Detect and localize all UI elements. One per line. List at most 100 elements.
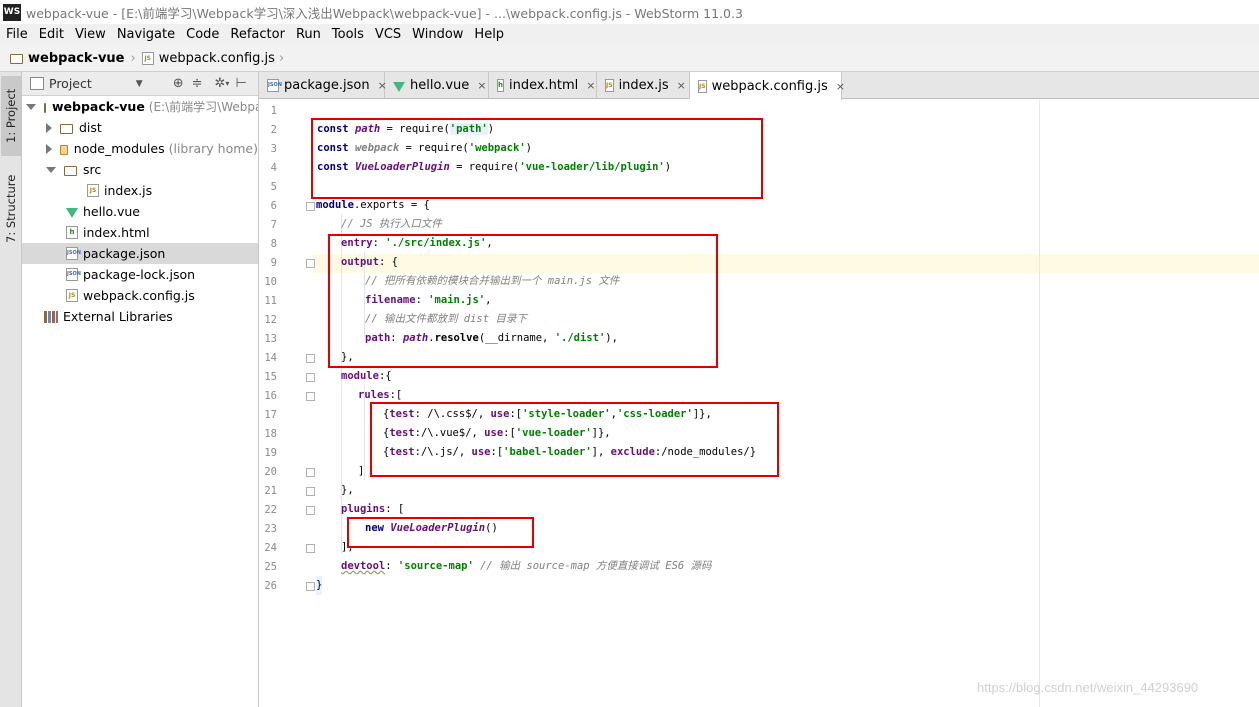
js-file-icon: JS (87, 184, 99, 197)
line-number-gutter: 1 2 3 4 5 6 7 8 9 10 11 12 13 14 15 16 1… (259, 100, 315, 707)
tree-item-webpack-config-js[interactable]: JS webpack.config.js (22, 285, 258, 306)
html-file-icon: h (66, 226, 78, 239)
close-icon[interactable]: × (586, 79, 595, 92)
tree-item-label: index.html (83, 225, 150, 240)
chevron-down-icon[interactable]: ▾ (225, 79, 229, 88)
tab-index-html[interactable]: h index.html × (489, 72, 597, 99)
line-number: 15 (264, 371, 277, 383)
line-number: 5 (270, 181, 277, 193)
chevron-down-icon[interactable] (26, 103, 36, 110)
tab-webpack-config-js[interactable]: JS webpack.config.js × (690, 72, 845, 100)
line-number: 13 (264, 333, 277, 345)
line-number: 8 (270, 238, 277, 250)
tree-item-src[interactable]: src (22, 159, 258, 180)
folder-icon (10, 54, 23, 64)
code-token: : [ (385, 503, 405, 515)
scroll-from-source-icon[interactable]: ⊕ (173, 76, 184, 91)
project-view-icon (30, 77, 44, 90)
menu-view[interactable]: View (69, 27, 111, 42)
tree-item-node-modules[interactable]: node_modules (library home) (22, 138, 258, 159)
tree-item-dist[interactable]: dist (22, 117, 258, 138)
tool-tab-structure[interactable]: 7: Structure (1, 166, 21, 252)
chevron-down-icon[interactable] (46, 166, 56, 173)
line-number: 23 (264, 523, 277, 535)
code-line: devtool: 'source-map' // 输出 source-map 方… (341, 557, 712, 576)
code-line: ] (358, 465, 365, 477)
tool-tab-structure-label: 7: Structure (4, 174, 18, 244)
annotation-box (347, 517, 534, 548)
breadcrumb: webpack-vue › JS webpack.config.js › (0, 45, 1259, 72)
breadcrumb-file[interactable]: webpack.config.js (159, 51, 275, 66)
tab-index-js[interactable]: JS index.js × (597, 72, 690, 99)
folder-icon (60, 123, 73, 134)
line-number: 3 (270, 143, 277, 155)
breadcrumb-separator-icon: › (130, 50, 136, 66)
code-token: :[ (389, 389, 403, 401)
js-file-icon: JS (141, 51, 154, 65)
js-file-icon: JS (698, 79, 707, 93)
line-number: 18 (264, 428, 277, 440)
line-number: 10 (264, 276, 277, 288)
tree-item-label: index.js (104, 183, 153, 198)
tree-item-label: package.json (83, 246, 166, 261)
close-icon[interactable]: × (677, 79, 686, 92)
libraries-icon (44, 310, 58, 323)
folder-icon (64, 165, 77, 176)
tree-item-label: External Libraries (63, 309, 173, 324)
menu-file[interactable]: File (0, 27, 33, 42)
tab-label: index.js (618, 78, 669, 93)
line-number: 12 (264, 314, 277, 326)
tree-item-hello-vue[interactable]: hello.vue (22, 201, 258, 222)
json-file-icon: JSON (66, 268, 81, 281)
tree-item-index-js[interactable]: JS index.js (22, 180, 258, 201)
line-number: 17 (264, 409, 277, 421)
tool-tab-project[interactable]: 1: Project (1, 76, 21, 156)
menu-tools[interactable]: Tools (326, 27, 369, 42)
editor-area: JSON package.json × hello.vue × h index.… (259, 72, 1259, 707)
chevron-right-icon[interactable] (46, 122, 52, 133)
tab-label: webpack.config.js (711, 78, 828, 94)
close-icon[interactable]: × (477, 79, 486, 92)
tab-label: index.html (508, 78, 579, 93)
line-number: 7 (270, 219, 277, 231)
hide-panel-icon[interactable]: ⊢ (235, 76, 246, 91)
chevron-right-icon[interactable] (46, 143, 52, 154)
menu-vcs[interactable]: VCS (369, 27, 406, 42)
line-number: 14 (264, 352, 277, 364)
collapse-all-icon[interactable]: ≑ (192, 76, 203, 91)
tree-item-package-lock-json[interactable]: JSON package-lock.json (22, 264, 258, 285)
menu-edit[interactable]: Edit (33, 27, 69, 42)
annotation-box (370, 402, 779, 477)
tree-item-package-json[interactable]: JSON package.json (22, 243, 258, 264)
code-line: } (316, 576, 323, 595)
menu-run[interactable]: Run (290, 27, 326, 42)
tab-package-json[interactable]: JSON package.json × (259, 72, 387, 99)
gear-icon[interactable]: ✲ (215, 76, 226, 91)
breadcrumb-project[interactable]: webpack-vue (28, 51, 125, 66)
project-panel-header: Project ▼ ⊕ ≑ ✲ ▾ ⊢ (22, 72, 258, 96)
line-number: 4 (270, 162, 277, 174)
menu-refactor[interactable]: Refactor (224, 27, 290, 42)
code-comment: // JS 执行入口文件 (341, 218, 442, 230)
tree-item-label: src (83, 162, 102, 177)
code-token: plugins (341, 503, 386, 515)
menu-navigate[interactable]: Navigate (111, 27, 180, 42)
close-icon[interactable]: × (836, 80, 845, 93)
tree-item-label: package-lock.json (83, 267, 196, 282)
tree-item-webpack-vue[interactable]: webpack-vue (E:\前端学习\Webpa (22, 96, 258, 117)
folder-icon (44, 102, 46, 113)
tab-hello-vue[interactable]: hello.vue × (385, 72, 489, 99)
annotation-box (311, 118, 763, 199)
tree-item-index-html[interactable]: h index.html (22, 222, 258, 243)
line-number: 9 (270, 257, 277, 269)
chevron-down-icon[interactable]: ▼ (136, 79, 143, 89)
menu-help[interactable]: Help (468, 27, 509, 42)
menu-window[interactable]: Window (406, 27, 468, 42)
code-token: devtool (341, 560, 386, 572)
menu-code[interactable]: Code (180, 27, 224, 42)
line-number: 26 (264, 580, 277, 592)
tree-item-external-libraries[interactable]: External Libraries (22, 306, 258, 327)
webstorm-app-icon[interactable]: WS (3, 3, 21, 21)
project-view-selector[interactable]: Project (49, 76, 92, 91)
code-token: // 输出 source-map 方便直接调试 ES6 源码 (473, 560, 712, 572)
